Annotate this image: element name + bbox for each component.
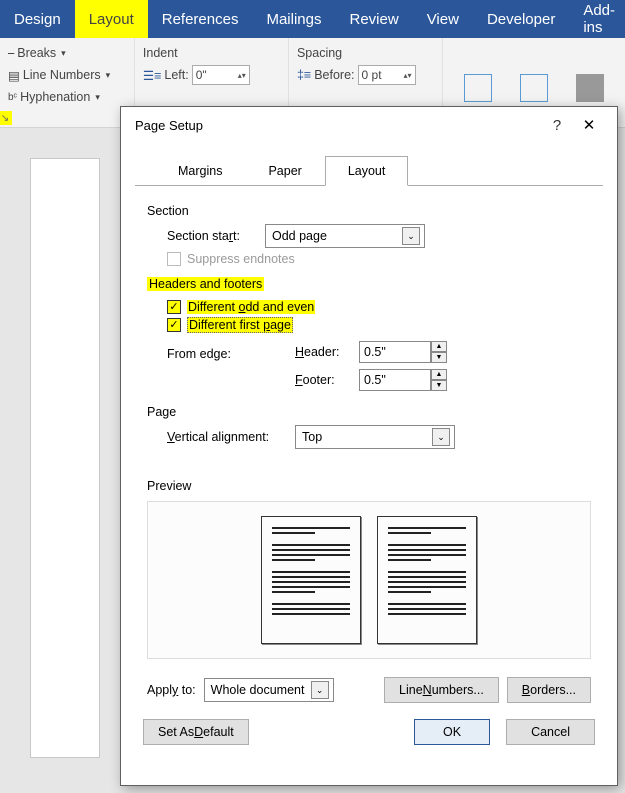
hyphenation-icon: bᶜ xyxy=(8,92,17,103)
indent-left-icon: ☰≡ xyxy=(143,68,162,83)
page-heading: Page xyxy=(147,405,591,419)
dialog-tab-layout[interactable]: Layout xyxy=(325,156,409,186)
dialog-title: Page Setup xyxy=(135,118,543,133)
footer-distance-value: 0.5" xyxy=(364,373,386,387)
indent-left-value: 0" xyxy=(196,68,207,82)
page-setup-dialog: Page Setup ? ✕ Margins Paper Layout Sect… xyxy=(120,106,618,786)
footer-distance-input[interactable]: 0.5" ▲▼ xyxy=(359,369,447,391)
section-heading: Section xyxy=(147,204,591,218)
preview-page-right xyxy=(377,516,477,644)
document-page[interactable] xyxy=(30,158,100,758)
cancel-button[interactable]: Cancel xyxy=(506,719,595,745)
vertical-alignment-select[interactable]: Top ⌄ xyxy=(295,425,455,449)
line-numbers-icon: ▤ xyxy=(8,68,20,83)
different-first-page-checkbox[interactable]: ✓ xyxy=(167,318,181,332)
set-as-default-button[interactable]: Set As Default xyxy=(143,719,249,745)
preview-page-left xyxy=(261,516,361,644)
line-numbers-button[interactable]: ▤ Line Numbers ▾ xyxy=(8,64,126,86)
dialog-tab-margins[interactable]: Margins xyxy=(155,156,245,186)
tab-addins[interactable]: Add-ins xyxy=(569,0,625,38)
dialog-tab-paper[interactable]: Paper xyxy=(245,156,324,186)
spin-up-icon[interactable]: ▲ xyxy=(431,369,447,380)
spinner-icon: ▴▾ xyxy=(403,71,411,80)
borders-button[interactable]: Borders... xyxy=(507,677,591,703)
header-distance-value: 0.5" xyxy=(364,345,386,359)
chevron-down-icon: ▾ xyxy=(61,48,66,59)
tab-developer[interactable]: Developer xyxy=(473,0,569,38)
spin-up-icon[interactable]: ▲ xyxy=(431,341,447,352)
header-distance-input[interactable]: 0.5" ▲▼ xyxy=(359,341,447,363)
section-start-value: Odd page xyxy=(272,229,327,243)
position-icon xyxy=(464,74,492,102)
line-numbers-button[interactable]: Line Numbers... xyxy=(384,677,499,703)
spin-down-icon[interactable]: ▼ xyxy=(431,352,447,363)
help-button[interactable]: ? xyxy=(543,117,571,134)
tab-references[interactable]: References xyxy=(148,0,253,38)
different-odd-even-checkbox[interactable]: ✓ xyxy=(167,300,181,314)
spinner-icon: ▴▾ xyxy=(238,71,246,80)
dialog-titlebar: Page Setup ? ✕ xyxy=(121,107,617,143)
vertical-alignment-value: Top xyxy=(302,430,322,444)
header-label: Header: xyxy=(295,345,351,359)
different-first-page-label: Different first page xyxy=(187,317,293,333)
indent-left-label: Left: xyxy=(164,68,188,82)
spacing-before-row: ‡≡ Before: 0 pt ▴▾ xyxy=(297,64,434,86)
spacing-before-value: 0 pt xyxy=(362,68,382,82)
tab-mailings[interactable]: Mailings xyxy=(252,0,335,38)
ribbon-tabbar: Design Layout References Mailings Review… xyxy=(0,0,625,38)
chevron-down-icon: ⌄ xyxy=(311,681,329,699)
tab-layout[interactable]: Layout xyxy=(75,0,148,38)
page-setup-launcher[interactable]: ↘ xyxy=(0,111,12,125)
chevron-down-icon: ▾ xyxy=(95,92,100,103)
suppress-endnotes-checkbox xyxy=(167,252,181,266)
suppress-endnotes-label: Suppress endnotes xyxy=(187,252,295,266)
apply-to-select[interactable]: Whole document ⌄ xyxy=(204,678,334,702)
footer-label: Footer: xyxy=(295,373,351,387)
line-numbers-label: Line Numbers xyxy=(23,68,101,82)
breaks-icon: ⎯ xyxy=(8,46,14,61)
breaks-label: Breaks xyxy=(17,46,56,60)
tab-design[interactable]: Design xyxy=(0,0,75,38)
apply-to-value: Whole document xyxy=(211,683,305,697)
group-page-setup: ⎯ Breaks ▾ ▤ Line Numbers ▾ bᶜ Hyphenati… xyxy=(0,38,135,127)
hyphenation-button[interactable]: bᶜ Hyphenation ▾ xyxy=(8,86,126,108)
hyphenation-label: Hyphenation xyxy=(20,90,90,104)
headers-footers-heading: Headers and footers xyxy=(147,277,264,291)
ok-button[interactable]: OK xyxy=(414,719,490,745)
spacing-before-label: Before: xyxy=(314,68,354,82)
section-start-select[interactable]: Odd page ⌄ xyxy=(265,224,425,248)
apply-to-label: Apply to: xyxy=(147,683,196,697)
section-start-label: Section start: xyxy=(167,229,257,243)
dialog-footer: Set As Default OK Cancel xyxy=(121,703,617,745)
spacing-before-input[interactable]: 0 pt ▴▾ xyxy=(358,65,416,85)
from-edge-label: From edge: xyxy=(167,341,287,361)
tab-review[interactable]: Review xyxy=(336,0,413,38)
chevron-down-icon: ⌄ xyxy=(432,428,450,446)
indent-left-input[interactable]: 0" ▴▾ xyxy=(192,65,250,85)
preview-heading: Preview xyxy=(147,479,591,493)
indent-left-row: ☰≡ Left: 0" ▴▾ xyxy=(143,64,280,86)
chevron-down-icon: ▾ xyxy=(106,70,111,81)
chevron-down-icon: ⌄ xyxy=(402,227,420,245)
different-odd-even-label: Different odd and even xyxy=(187,300,315,314)
dialog-body: Section Section start: Odd page ⌄ Suppre… xyxy=(121,186,617,703)
dialog-tabs: Margins Paper Layout xyxy=(135,143,603,186)
breaks-button[interactable]: ⎯ Breaks ▾ xyxy=(8,42,126,64)
close-button[interactable]: ✕ xyxy=(571,116,607,134)
spacing-heading: Spacing xyxy=(297,46,342,60)
indent-heading: Indent xyxy=(143,46,178,60)
wrap-icon xyxy=(520,74,548,102)
spin-down-icon[interactable]: ▼ xyxy=(431,380,447,391)
bring-icon xyxy=(576,74,604,102)
preview-area xyxy=(147,501,591,659)
spacing-before-icon: ‡≡ xyxy=(297,68,311,82)
tab-view[interactable]: View xyxy=(413,0,473,38)
vertical-alignment-label: Vertical alignment: xyxy=(167,430,287,444)
